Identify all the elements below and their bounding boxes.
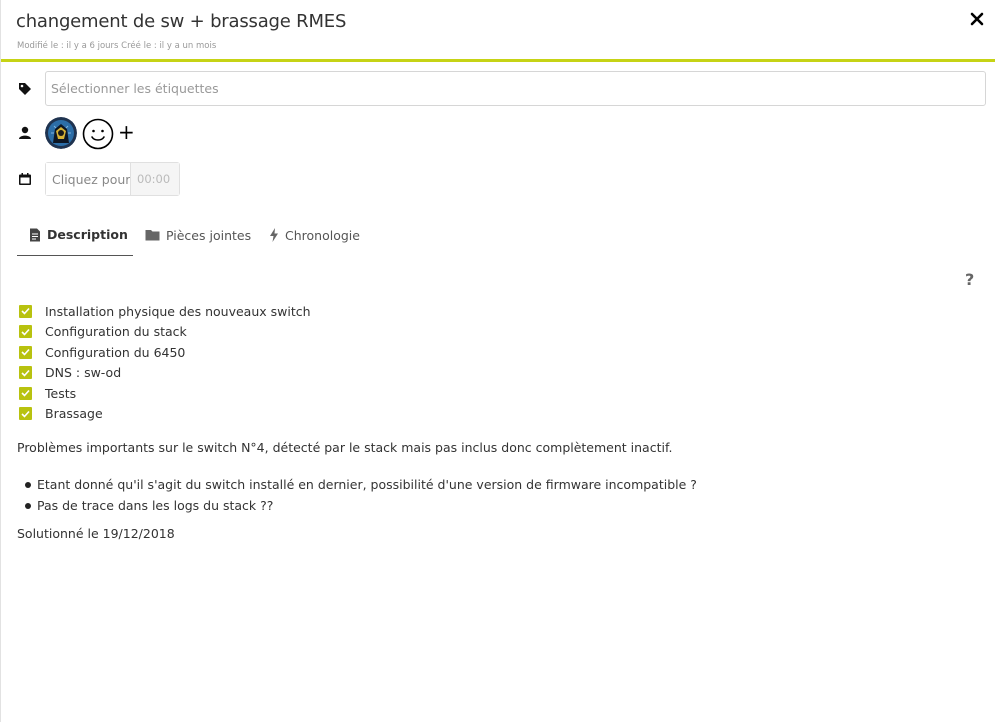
check-icon bbox=[21, 308, 30, 315]
check-icon bbox=[21, 328, 30, 336]
bullet-item: Etant donné qu'il s'agit du switch insta… bbox=[25, 474, 697, 495]
due-time-input[interactable] bbox=[130, 163, 179, 195]
member-avatar[interactable] bbox=[45, 117, 77, 149]
checklist-item-label: DNS : sw-od bbox=[45, 365, 122, 381]
tab-description-label: Description bbox=[47, 227, 128, 242]
card-header: changement de sw + brassage RMES Modifié… bbox=[1, 0, 995, 62]
checklist-item: Installation physique des nouveaux switc… bbox=[19, 301, 311, 322]
check-icon bbox=[21, 410, 30, 418]
checklist-item: Brassage bbox=[19, 404, 311, 425]
checklist-item: DNS : sw-od bbox=[19, 363, 311, 384]
checklist-item-label: Installation physique des nouveaux switc… bbox=[45, 303, 311, 319]
checklist-item-label: Configuration du 6450 bbox=[45, 344, 186, 360]
close-icon bbox=[970, 12, 984, 26]
checkbox[interactable] bbox=[19, 407, 32, 421]
labels-select-input[interactable] bbox=[45, 71, 986, 106]
bullet-item-label: Pas de trace dans les logs du stack ?? bbox=[37, 498, 274, 513]
tab-description[interactable]: Description bbox=[17, 214, 133, 256]
checklist-item-label: Tests bbox=[45, 385, 77, 401]
calendar-icon bbox=[19, 173, 31, 185]
bullet-list: Etant donné qu'il s'agit du switch insta… bbox=[25, 474, 697, 516]
tab-timeline-label: Chronologie bbox=[285, 227, 360, 243]
due-date-input[interactable] bbox=[46, 163, 130, 195]
checkbox[interactable] bbox=[19, 366, 32, 380]
check-icon bbox=[21, 390, 30, 397]
checkbox[interactable] bbox=[19, 386, 32, 400]
avatar-image bbox=[45, 117, 77, 149]
check-icon bbox=[21, 369, 30, 377]
description-paragraph: Problèmes importants sur le switch N°4, … bbox=[17, 440, 673, 455]
checklist: Installation physique des nouveaux switc… bbox=[19, 301, 311, 424]
card-title[interactable]: changement de sw + brassage RMES bbox=[16, 11, 346, 32]
tab-timeline[interactable]: Chronologie bbox=[257, 214, 367, 256]
folder-icon bbox=[145, 230, 160, 241]
card-tabs: Description Pièces jointes Chronologie bbox=[17, 214, 367, 256]
add-member-smiley-icon[interactable] bbox=[82, 118, 114, 150]
card-meta: Modifié le : il y a 6 jours Créé le : il… bbox=[17, 41, 217, 51]
resolution-note: Solutionné le 19/12/2018 bbox=[17, 526, 175, 541]
checkbox[interactable] bbox=[19, 345, 32, 359]
bullet-dot bbox=[25, 502, 31, 509]
tag-icon bbox=[19, 83, 31, 95]
tab-attachments[interactable]: Pièces jointes bbox=[133, 214, 257, 256]
checklist-item: Configuration du stack bbox=[19, 322, 311, 343]
checklist-item: Configuration du 6450 bbox=[19, 342, 311, 363]
due-date-picker bbox=[45, 162, 180, 196]
bullet-item-label: Etant donné qu'il s'agit du switch insta… bbox=[37, 477, 697, 492]
checkbox[interactable] bbox=[19, 304, 32, 318]
checklist-item-label: Brassage bbox=[45, 406, 103, 422]
user-icon bbox=[19, 126, 31, 139]
checklist-item: Tests bbox=[19, 383, 311, 404]
close-button[interactable] bbox=[968, 10, 986, 28]
checklist-item-label: Configuration du stack bbox=[45, 324, 187, 340]
card-detail-panel: changement de sw + brassage RMES Modifié… bbox=[0, 0, 995, 722]
checkbox[interactable] bbox=[19, 325, 32, 339]
bolt-icon bbox=[270, 228, 278, 242]
check-icon bbox=[21, 349, 30, 356]
document-icon bbox=[30, 228, 40, 241]
bullet-item: Pas de trace dans les logs du stack ?? bbox=[25, 495, 697, 516]
help-button[interactable]: ? bbox=[965, 270, 974, 289]
add-member-button[interactable]: + bbox=[118, 120, 135, 144]
bullet-dot bbox=[25, 481, 31, 488]
tab-attachments-label: Pièces jointes bbox=[166, 227, 252, 243]
